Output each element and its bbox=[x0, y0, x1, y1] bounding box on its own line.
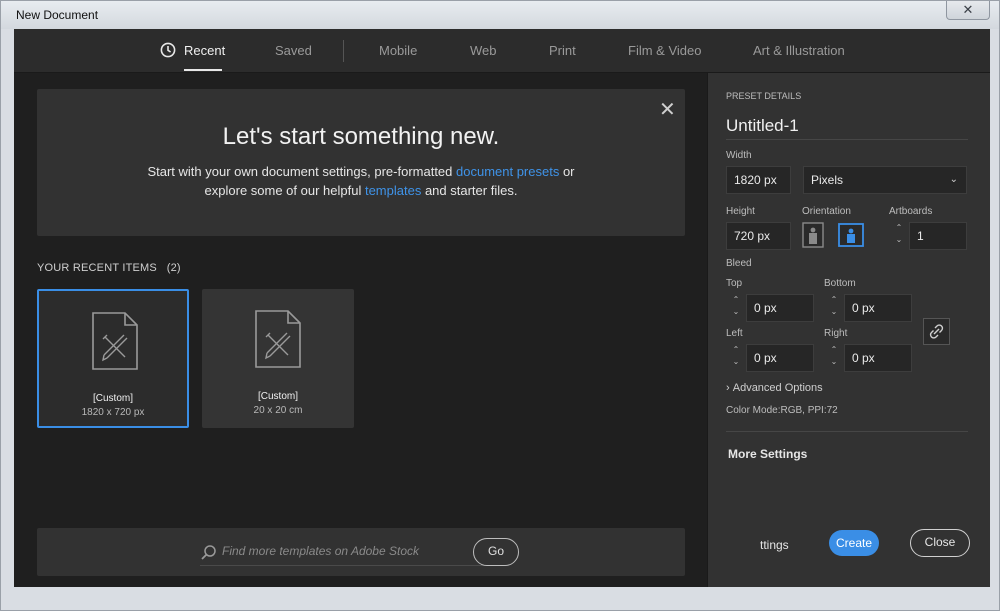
window-close-button[interactable]: ✕ bbox=[946, 1, 990, 20]
document-icon bbox=[255, 310, 301, 368]
document-icon bbox=[92, 312, 138, 370]
recent-item-size: 1820 x 720 px bbox=[81, 407, 145, 418]
welcome-banner: ✕ Let's start something new. Start with … bbox=[37, 89, 685, 236]
bleed-right-label: Right bbox=[824, 328, 848, 339]
width-input[interactable]: 1820 px bbox=[726, 166, 791, 194]
advanced-options-toggle[interactable]: › Advanced Options bbox=[726, 382, 823, 394]
category-tabs: Recent Saved Mobile Web Print Film & Vid… bbox=[14, 29, 990, 73]
height-input[interactable]: 720 px bbox=[726, 222, 791, 250]
bleed-right-input[interactable]: 0 px bbox=[844, 344, 912, 372]
color-mode-info: Color Mode:RGB, PPI:72 bbox=[726, 405, 838, 416]
tab-web[interactable]: Web bbox=[470, 43, 497, 58]
stock-search-input[interactable]: Find more templates on Adobe Stock bbox=[200, 538, 492, 566]
orientation-label: Orientation bbox=[802, 206, 851, 217]
welcome-line-2: explore some of our helpful templates an… bbox=[204, 183, 518, 198]
stock-search-bar: Find more templates on Adobe Stock Go bbox=[37, 528, 685, 576]
bleed-label: Bleed bbox=[726, 258, 752, 269]
recent-item-name: [Custom] bbox=[92, 393, 133, 404]
link-icon bbox=[929, 324, 944, 339]
main-area: ✕ Let's start something new. Start with … bbox=[14, 73, 707, 587]
recent-item-card[interactable]: [Custom] 20 x 20 cm bbox=[202, 289, 354, 428]
bleed-bottom-input[interactable]: 0 px bbox=[844, 294, 912, 322]
tab-recent[interactable]: Recent bbox=[184, 43, 225, 58]
document-presets-link[interactable]: document presets bbox=[456, 164, 559, 179]
bleed-left-stepper[interactable]: ⌃ ⌄ bbox=[729, 344, 743, 372]
tab-art-illustration[interactable]: Art & Illustration bbox=[753, 43, 845, 58]
chevron-right-icon: › bbox=[726, 382, 730, 394]
artboards-label: Artboards bbox=[889, 206, 933, 217]
bleed-bottom-label: Bottom bbox=[824, 278, 856, 289]
landscape-orientation-icon[interactable] bbox=[838, 223, 864, 247]
more-settings-button[interactable]: More Settings bbox=[728, 447, 807, 461]
bleed-left-label: Left bbox=[726, 328, 743, 339]
bleed-right-stepper[interactable]: ⌃ ⌄ bbox=[827, 344, 841, 372]
search-placeholder: Find more templates on Adobe Stock bbox=[222, 544, 419, 558]
go-button[interactable]: Go bbox=[473, 538, 519, 566]
name-underline bbox=[726, 139, 968, 140]
recent-items-label: YOUR RECENT ITEMS (2) bbox=[37, 262, 181, 274]
document-name-field[interactable]: Untitled-1 bbox=[726, 116, 799, 136]
preset-details-panel: PRESET DETAILS Untitled-1 Width 1820 px … bbox=[707, 73, 990, 587]
close-banner-icon[interactable]: ✕ bbox=[659, 97, 676, 122]
welcome-line-1: Start with your own document settings, p… bbox=[147, 164, 575, 179]
new-document-dialog: New Document ✕ Recent Saved Mobile Web P… bbox=[0, 0, 1000, 611]
clock-icon bbox=[160, 42, 176, 58]
recent-item-size: 20 x 20 cm bbox=[253, 405, 303, 416]
create-button[interactable]: Create bbox=[829, 530, 879, 556]
bleed-top-input[interactable]: 0 px bbox=[746, 294, 814, 322]
bleed-bottom-stepper[interactable]: ⌃ ⌄ bbox=[827, 294, 841, 322]
more-settings-link[interactable]: ttings bbox=[760, 538, 789, 552]
tab-film-video[interactable]: Film & Video bbox=[628, 43, 701, 58]
units-select[interactable]: Pixels ⌄ bbox=[803, 166, 967, 194]
search-icon bbox=[201, 545, 216, 560]
window-title: New Document bbox=[16, 8, 99, 22]
portrait-orientation-icon[interactable] bbox=[802, 222, 824, 248]
close-button[interactable]: Close bbox=[910, 529, 970, 557]
preset-details-label: PRESET DETAILS bbox=[726, 91, 802, 101]
artboards-stepper[interactable]: ⌃ ⌄ bbox=[892, 222, 906, 250]
tab-print[interactable]: Print bbox=[549, 43, 576, 58]
tab-divider bbox=[343, 40, 344, 62]
bleed-top-stepper[interactable]: ⌃ ⌄ bbox=[729, 294, 743, 322]
height-label: Height bbox=[726, 206, 755, 217]
recent-item-name: [Custom] bbox=[257, 391, 298, 402]
artboards-input[interactable]: 1 bbox=[909, 222, 967, 250]
bleed-top-label: Top bbox=[726, 278, 743, 289]
templates-link[interactable]: templates bbox=[365, 183, 421, 198]
chevron-down-icon: ⌄ bbox=[949, 174, 958, 185]
divider bbox=[726, 431, 968, 432]
tab-saved[interactable]: Saved bbox=[275, 43, 312, 58]
title-bar: New Document ✕ bbox=[1, 1, 999, 29]
welcome-heading: Let's start something new. bbox=[222, 123, 500, 150]
link-bleed-button[interactable] bbox=[923, 318, 950, 345]
active-tab-indicator bbox=[184, 69, 222, 71]
dialog-content: Recent Saved Mobile Web Print Film & Vid… bbox=[14, 29, 990, 587]
bleed-left-input[interactable]: 0 px bbox=[746, 344, 814, 372]
width-label: Width bbox=[726, 150, 752, 161]
recent-item-card[interactable]: [Custom] 1820 x 720 px bbox=[37, 289, 189, 428]
tab-mobile[interactable]: Mobile bbox=[379, 43, 417, 58]
